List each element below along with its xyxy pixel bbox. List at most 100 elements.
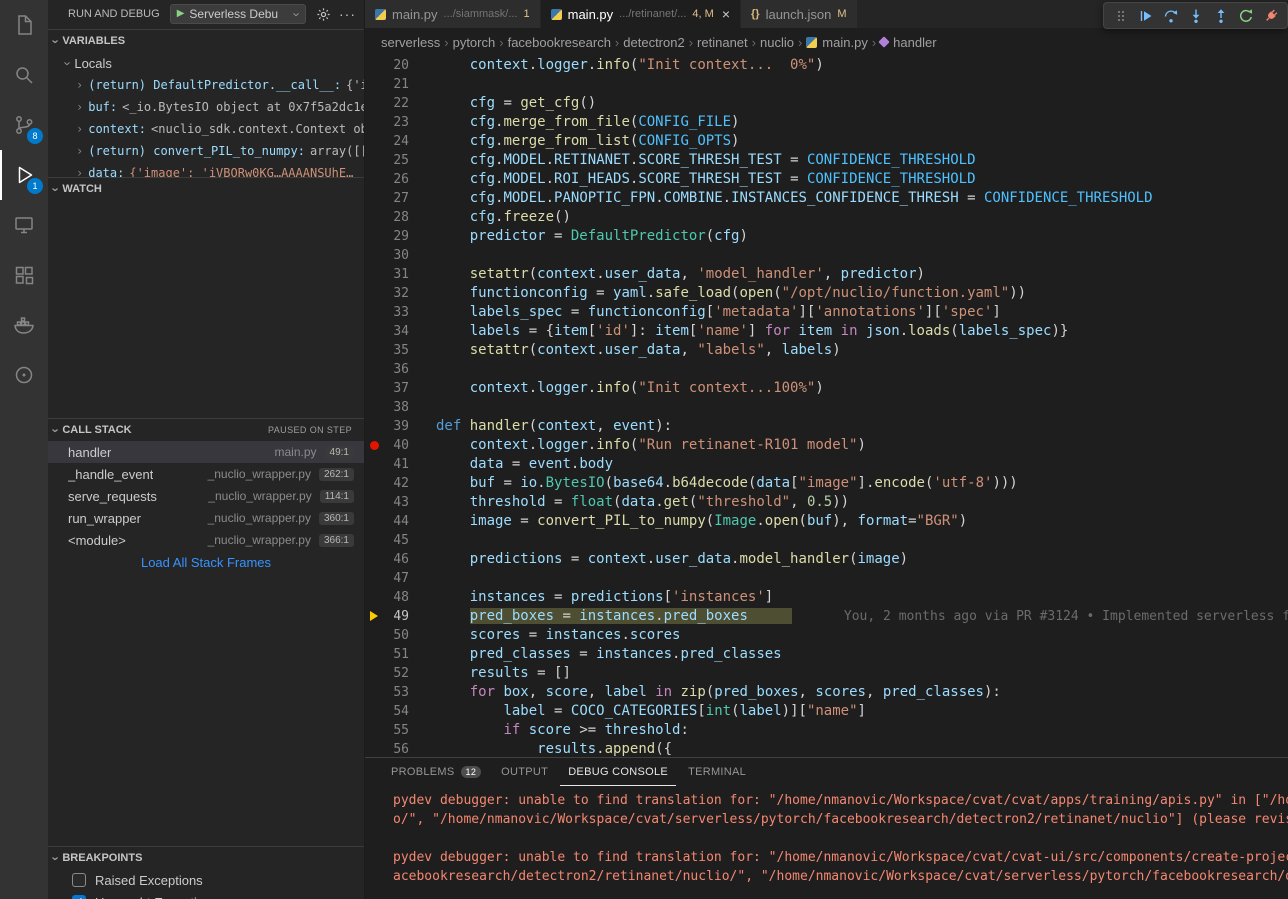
restart-button[interactable] — [1233, 4, 1258, 27]
checked-checkbox[interactable]: ✓ — [72, 895, 86, 899]
tab-launch.json[interactable]: {}launch.jsonM — [741, 0, 858, 28]
activity-remote-explorer[interactable] — [0, 200, 48, 250]
breadcrumb-item-facebookresearch[interactable]: facebookresearch — [508, 35, 611, 50]
activity-source-control[interactable]: 8 — [0, 100, 48, 150]
breadcrumb-item-detectron2[interactable]: detectron2 — [623, 35, 684, 50]
code-line[interactable]: 29 predictor = DefaultPredictor(cfg) — [365, 227, 1288, 246]
step-over-button[interactable] — [1158, 4, 1183, 27]
code-line[interactable]: 22 cfg = get_cfg() — [365, 94, 1288, 113]
code-editor[interactable]: 20 context.logger.info("Init context... … — [365, 56, 1288, 757]
code-line[interactable]: 38 — [365, 398, 1288, 417]
panel-tab-terminal[interactable]: TERMINAL — [680, 758, 754, 786]
locals-scope[interactable]: › Locals — [48, 52, 364, 74]
code-line[interactable]: 45 — [365, 531, 1288, 550]
code-line[interactable]: 25 cfg.MODEL.RETINANET.SCORE_THRESH_TEST… — [365, 151, 1288, 170]
breakpoints-section-header[interactable]: › BREAKPOINTS — [48, 847, 364, 869]
drag-handle-button[interactable] — [1108, 4, 1133, 27]
step-out-button[interactable] — [1208, 4, 1233, 27]
code-line[interactable]: 50 scores = instances.scores — [365, 626, 1288, 645]
panel-tab-problems[interactable]: PROBLEMS12 — [383, 758, 489, 786]
activity-explorer[interactable] — [0, 0, 48, 50]
code-line[interactable]: 23 cfg.merge_from_file(CONFIG_FILE) — [365, 113, 1288, 132]
load-all-stack-frames-link[interactable]: Load All Stack Frames — [48, 551, 364, 573]
variable-row[interactable]: ›data:{'image': 'iVBORw0KG…AAAANSUhE… — [48, 162, 364, 177]
code-line[interactable]: 32 functionconfig = yaml.safe_load(open(… — [365, 284, 1288, 303]
code-line[interactable]: 31 setattr(context.user_data, 'model_han… — [365, 265, 1288, 284]
code-line[interactable]: 34 labels = {item['id']: item['name'] fo… — [365, 322, 1288, 341]
code-line[interactable]: 39def handler(context, event): — [365, 417, 1288, 436]
breakpoint-row[interactable]: Raised Exceptions — [48, 869, 364, 891]
variable-row[interactable]: ›(return) DefaultPredictor.__call__:{'in… — [48, 74, 364, 96]
breadcrumb-item-serverless[interactable]: serverless — [381, 35, 440, 50]
start-debug-icon[interactable]: ▶ — [177, 9, 185, 19]
stack-frame[interactable]: <module>_nuclio_wrapper.py366:1 — [48, 529, 364, 551]
code-line[interactable]: 53 for box, score, label in zip(pred_box… — [365, 683, 1288, 702]
unchecked-checkbox[interactable] — [72, 873, 86, 887]
code-line[interactable]: 52 results = [] — [365, 664, 1288, 683]
tab-path-detail: .../siammask/... — [444, 8, 518, 20]
variable-row[interactable]: ›buf:<_io.BytesIO object at 0x7f5a2dc1ec… — [48, 96, 364, 118]
tab-main.py[interactable]: main.py.../siammask/...1 — [365, 0, 541, 28]
activity-docker[interactable] — [0, 300, 48, 350]
activity-run-and-debug[interactable]: 1 — [0, 150, 48, 200]
code-line[interactable]: 42 buf = io.BytesIO(base64.b64decode(dat… — [365, 474, 1288, 493]
console-line[interactable]: pydev debugger: unable to find translati… — [393, 848, 1288, 867]
call-stack-section-header[interactable]: › CALL STACK PAUSED ON STEP — [48, 419, 364, 441]
stack-frame[interactable]: run_wrapper_nuclio_wrapper.py360:1 — [48, 507, 364, 529]
continue-button[interactable] — [1133, 4, 1158, 27]
stack-frame[interactable]: handlermain.py49:1 — [48, 441, 364, 463]
panel-tab-output[interactable]: OUTPUT — [493, 758, 556, 786]
variable-row[interactable]: ›(return) convert_PIL_to_numpy:array([[[… — [48, 140, 364, 162]
activity-extensions[interactable] — [0, 250, 48, 300]
panel-tab-debug-console[interactable]: DEBUG CONSOLE — [560, 758, 676, 786]
code-line[interactable]: 27 cfg.MODEL.PANOPTIC_FPN.COMBINE.INSTAN… — [365, 189, 1288, 208]
code-line[interactable]: 43 threshold = float(data.get("threshold… — [365, 493, 1288, 512]
breadcrumb-item-nuclio[interactable]: nuclio — [760, 35, 794, 50]
stack-frame[interactable]: _handle_event_nuclio_wrapper.py262:1 — [48, 463, 364, 485]
code-line[interactable]: 28 cfg.freeze() — [365, 208, 1288, 227]
activity-search[interactable] — [0, 50, 48, 100]
gear-icon[interactable] — [316, 7, 331, 22]
code-line[interactable]: 26 cfg.MODEL.ROI_HEADS.SCORE_THRESH_TEST… — [365, 170, 1288, 189]
code-line[interactable]: 24 cfg.merge_from_list(CONFIG_OPTS) — [365, 132, 1288, 151]
code-line[interactable]: 37 context.logger.info("Init context...1… — [365, 379, 1288, 398]
code-line[interactable]: 49 pred_boxes = instances.pred_boxesYou,… — [365, 607, 1288, 626]
code-line[interactable]: 40 context.logger.info("Run retinanet-R1… — [365, 436, 1288, 455]
breadcrumb-item-pytorch[interactable]: pytorch — [453, 35, 496, 50]
more-actions-icon[interactable]: ··· — [339, 6, 356, 22]
tab-main.py[interactable]: main.py.../retinanet/...4, M× — [541, 0, 741, 28]
watch-section-header[interactable]: › WATCH — [48, 178, 364, 200]
breadcrumb-item-retinanet[interactable]: retinanet — [697, 35, 748, 50]
code-line[interactable]: 51 pred_classes = instances.pred_classes — [365, 645, 1288, 664]
code-line[interactable]: 35 setattr(context.user_data, "labels", … — [365, 341, 1288, 360]
code-line[interactable]: 41 data = event.body — [365, 455, 1288, 474]
activity-status-circle[interactable] — [0, 350, 48, 400]
code-line[interactable]: 56 results.append({ — [365, 740, 1288, 757]
console-line[interactable]: acebookresearch/detectron2/retinanet/nuc… — [393, 867, 1288, 886]
code-line[interactable]: 30 — [365, 246, 1288, 265]
breadcrumb-item-handler[interactable]: handler — [880, 35, 936, 50]
code-line[interactable]: 54 label = COCO_CATEGORIES[int(label)]["… — [365, 702, 1288, 721]
disconnect-button[interactable] — [1258, 4, 1283, 27]
variable-value: <_io.BytesIO object at 0x7f5a2dc1ecc0> — [122, 100, 364, 114]
console-line[interactable]: pydev debugger: unable to find translati… — [393, 791, 1288, 810]
close-icon[interactable]: × — [722, 6, 730, 22]
variable-row[interactable]: ›context:<nuclio_sdk.context.Context obj… — [48, 118, 364, 140]
debug-config-dropdown[interactable]: ▶ Serverless Debu › — [170, 4, 306, 24]
code-line[interactable]: 36 — [365, 360, 1288, 379]
stack-frame[interactable]: serve_requests_nuclio_wrapper.py114:1 — [48, 485, 364, 507]
breadcrumb-item-main-py[interactable]: main.py — [806, 35, 868, 50]
code-line[interactable]: 33 labels_spec = functionconfig['metadat… — [365, 303, 1288, 322]
breakpoint-row[interactable]: ✓Uncaught Exceptions — [48, 891, 364, 899]
variables-section-header[interactable]: › VARIABLES — [48, 30, 364, 52]
code-line[interactable]: 21 — [365, 75, 1288, 94]
code-line[interactable]: 47 — [365, 569, 1288, 588]
step-into-button[interactable] — [1183, 4, 1208, 27]
code-line[interactable]: 55 if score >= threshold: — [365, 721, 1288, 740]
breakpoint-icon[interactable] — [365, 436, 383, 455]
code-line[interactable]: 44 image = convert_PIL_to_numpy(Image.op… — [365, 512, 1288, 531]
code-line[interactable]: 20 context.logger.info("Init context... … — [365, 56, 1288, 75]
console-line[interactable]: o/", "/home/nmanovic/Workspace/cvat/serv… — [393, 810, 1288, 829]
code-line[interactable]: 46 predictions = context.user_data.model… — [365, 550, 1288, 569]
code-line[interactable]: 48 instances = predictions['instances'] — [365, 588, 1288, 607]
